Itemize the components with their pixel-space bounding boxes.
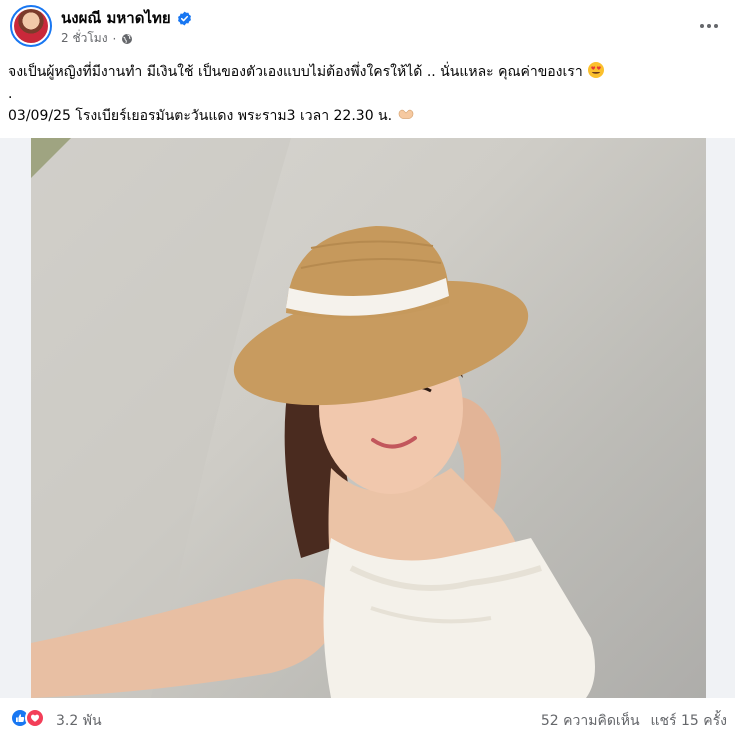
post-meta: 2 ชั่วโมง · bbox=[61, 29, 133, 48]
dot-icon bbox=[714, 24, 718, 28]
verified-badge-icon bbox=[177, 11, 192, 26]
photo-letterbox-left bbox=[0, 138, 31, 698]
love-icon bbox=[25, 708, 45, 728]
share-count[interactable]: แชร์ 15 ครั้ง bbox=[651, 710, 727, 732]
comment-count[interactable]: 52 ความคิดเห็น bbox=[541, 710, 640, 732]
heart-hands-emoji-icon bbox=[397, 105, 415, 123]
post-time[interactable]: 2 ชั่วโมง bbox=[61, 29, 108, 48]
post-photo[interactable] bbox=[31, 138, 706, 698]
caption-text-3: 03/09/25 โรงเบียร์เยอรมันตะวันแดง พระราม… bbox=[8, 108, 393, 124]
reaction-count[interactable]: 3.2 พัน bbox=[56, 710, 102, 732]
more-options-button[interactable] bbox=[697, 14, 721, 38]
dot-icon bbox=[707, 24, 711, 28]
post-card: นงผณี มหาดไทย 2 ชั่วโมง · จงเป็นผู้หญิงท… bbox=[0, 0, 735, 733]
post-footer: 3.2 พัน 52 ความคิดเห็น แชร์ 15 ครั้ง bbox=[0, 700, 735, 733]
photo-illustration bbox=[31, 138, 595, 698]
meta-separator: · bbox=[112, 31, 117, 46]
caption-line-1: จงเป็นผู้หญิงที่มีงานทำ มีเงินใช้ เป็นขอ… bbox=[8, 61, 723, 83]
dot-icon bbox=[700, 24, 704, 28]
caption-line-3: 03/09/25 โรงเบียร์เยอรมันตะวันแดง พระราม… bbox=[8, 105, 723, 127]
footer-stats: 52 ความคิดเห็น แชร์ 15 ครั้ง bbox=[541, 710, 727, 732]
globe-icon[interactable] bbox=[121, 33, 133, 45]
photo-letterbox-right bbox=[706, 138, 735, 698]
reaction-icons[interactable] bbox=[10, 708, 45, 728]
post-caption: จงเป็นผู้หญิงที่มีงานทำ มีเงินใช้ เป็นขอ… bbox=[8, 61, 723, 127]
author-avatar[interactable] bbox=[10, 5, 52, 47]
post-header: นงผณี มหาดไทย 2 ชั่วโมง · bbox=[0, 0, 735, 56]
author-name[interactable]: นงผณี มหาดไทย bbox=[61, 6, 171, 30]
author-row: นงผณี มหาดไทย bbox=[61, 6, 192, 30]
caption-line-2: . bbox=[8, 86, 13, 102]
heart-eyes-emoji-icon bbox=[587, 61, 605, 79]
caption-text-1: จงเป็นผู้หญิงที่มีงานทำ มีเงินใช้ เป็นขอ… bbox=[8, 64, 583, 80]
